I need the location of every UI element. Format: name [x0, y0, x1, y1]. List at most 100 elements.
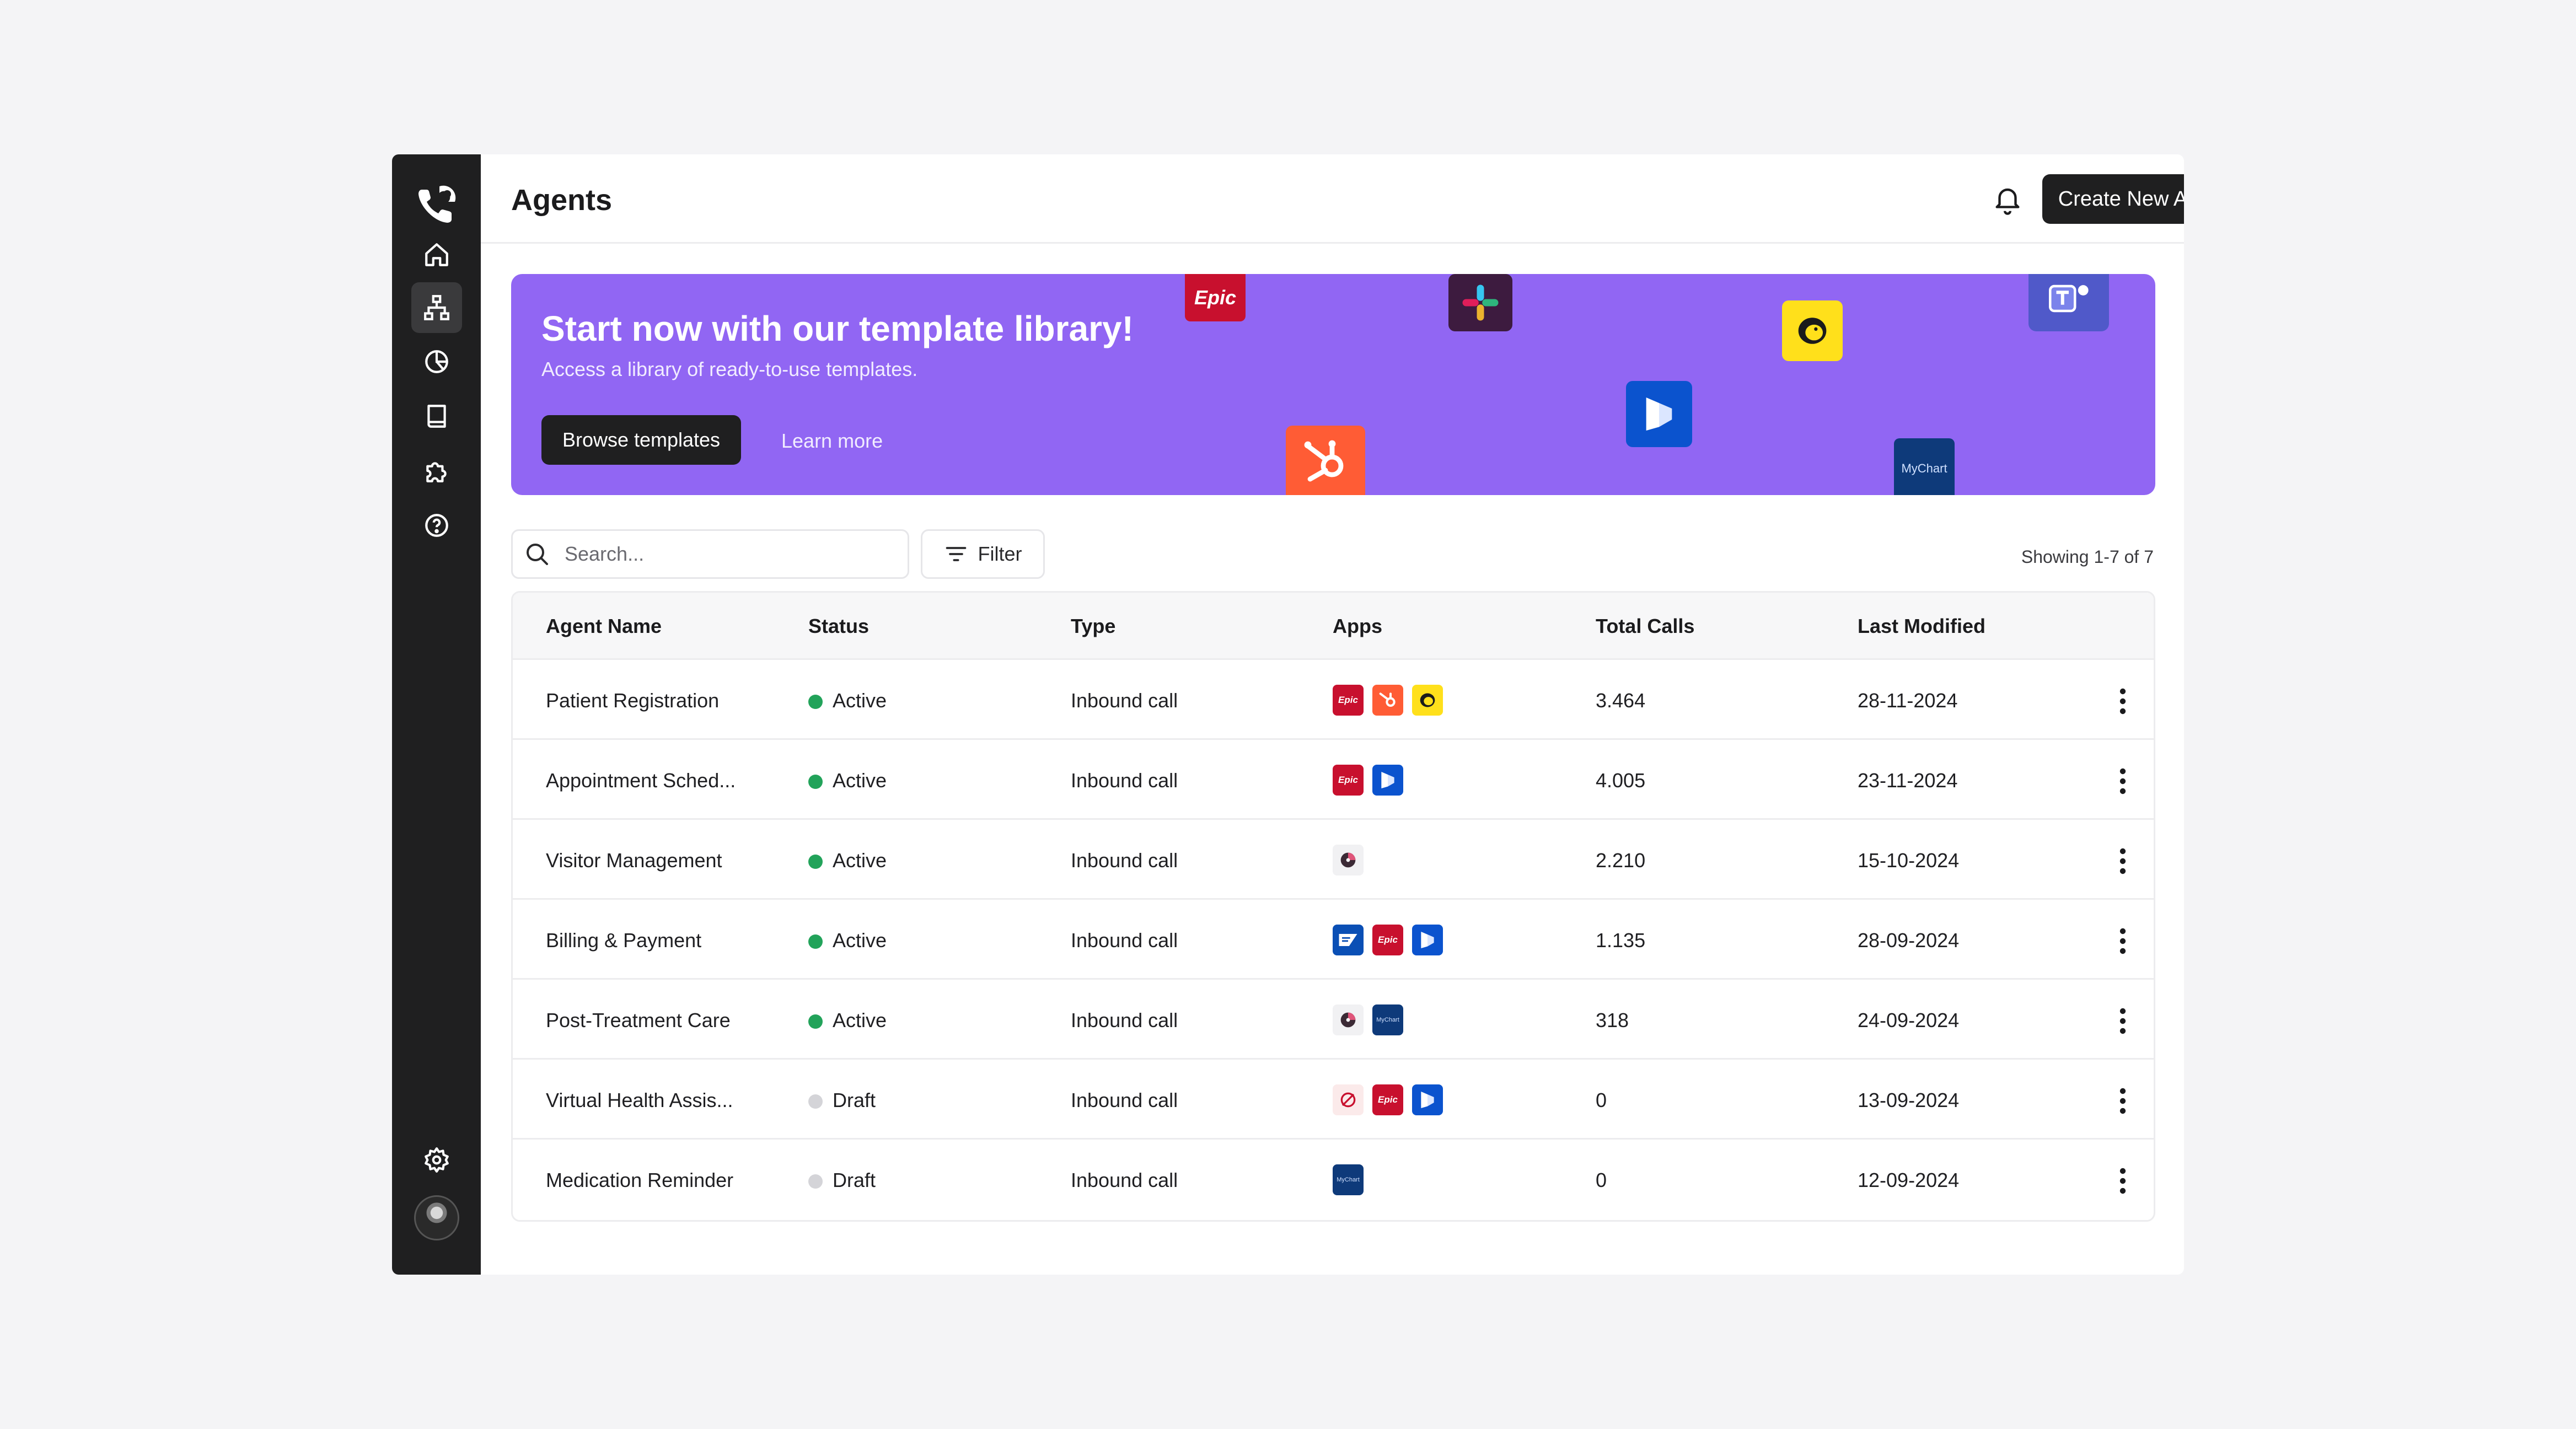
dynamics-app-icon	[1372, 765, 1403, 796]
agent-name[interactable]: Appointment Sched...	[546, 769, 736, 792]
filter-button[interactable]: Filter	[921, 529, 1045, 579]
table-row[interactable]: Appointment Sched... Active Inbound call…	[513, 740, 2154, 820]
app-window: Agents Create New Agent Start now with o…	[392, 154, 2184, 1275]
more-options-icon[interactable]	[2118, 927, 2127, 955]
total-calls: 1.135	[1596, 929, 1646, 952]
column-header[interactable]: Total Calls	[1596, 615, 1694, 638]
nav-settings[interactable]	[411, 1135, 462, 1185]
nav-agents[interactable]	[411, 282, 462, 333]
status-dot-icon	[808, 1174, 823, 1189]
status-label: Active	[833, 849, 887, 872]
nav-home[interactable]	[411, 229, 462, 280]
agent-name[interactable]: Medication Reminder	[546, 1169, 733, 1192]
agent-type: Inbound call	[1071, 1009, 1178, 1032]
more-options-icon[interactable]	[2118, 1167, 2127, 1195]
agent-name[interactable]: Patient Registration	[546, 689, 719, 712]
column-header[interactable]: Status	[808, 615, 869, 638]
status-label: Active	[833, 929, 887, 952]
column-header[interactable]: Agent Name	[546, 615, 662, 638]
agent-name[interactable]: Billing & Payment	[546, 929, 701, 952]
mailchimp-app-icon	[1412, 685, 1443, 716]
apps-list: MyChart	[1333, 1164, 1364, 1195]
column-header[interactable]: Apps	[1333, 615, 1382, 638]
more-options-icon[interactable]	[2118, 1007, 2127, 1035]
status-dot-icon	[808, 1014, 823, 1029]
table-header: Agent Name Status Type Apps Total Calls …	[513, 593, 2154, 660]
apps-list: MyChart	[1333, 1004, 1403, 1035]
dynamics-app-icon	[1412, 1084, 1443, 1115]
column-header[interactable]: Last Modified	[1858, 615, 1985, 638]
avatar[interactable]	[414, 1195, 459, 1240]
table-row[interactable]: Billing & Payment Active Inbound call Ep…	[513, 900, 2154, 980]
table-row[interactable]: Medication Reminder Draft Inbound call M…	[513, 1140, 2154, 1220]
hubspot-logo-icon	[1286, 426, 1365, 495]
nav-help[interactable]	[411, 500, 462, 551]
agents-table: Agent Name Status Type Apps Total Calls …	[511, 591, 2155, 1222]
sidebar	[392, 154, 481, 1275]
search-box[interactable]	[511, 529, 909, 579]
total-calls: 318	[1596, 1009, 1629, 1032]
table-row[interactable]: Visitor Management Active Inbound call 2…	[513, 820, 2154, 900]
gear-icon	[425, 1147, 449, 1173]
more-options-icon[interactable]	[2118, 767, 2127, 795]
main-content: Agents Create New Agent Start now with o…	[481, 154, 2184, 1275]
template-banner: Start now with our template library! Acc…	[511, 274, 2155, 495]
agent-type: Inbound call	[1071, 769, 1178, 792]
epic-app-icon: Epic	[1333, 685, 1364, 716]
status-dot-icon	[808, 1094, 823, 1109]
agent-type: Inbound call	[1071, 1169, 1178, 1191]
teams-logo-icon	[2028, 274, 2109, 331]
agent-type: Inbound call	[1071, 849, 1178, 872]
more-options-icon[interactable]	[2118, 847, 2127, 875]
table-row[interactable]: Patient Registration Active Inbound call…	[513, 660, 2154, 740]
apps-list	[1333, 845, 1364, 875]
epic-app-icon: Epic	[1372, 1084, 1403, 1115]
column-header[interactable]: Type	[1071, 615, 1115, 638]
create-new-agent-button[interactable]: Create New Agent	[2042, 174, 2184, 224]
agent-name[interactable]: Post-Treatment Care	[546, 1009, 731, 1032]
last-modified: 23-11-2024	[1858, 769, 1958, 792]
status-cell: Draft	[808, 1169, 876, 1192]
filter-icon	[946, 547, 966, 561]
agent-type: Inbound call	[1071, 1089, 1178, 1111]
more-options-icon[interactable]	[2118, 687, 2127, 715]
agent-name[interactable]: Virtual Health Assis...	[546, 1089, 733, 1112]
nav-knowledge[interactable]	[411, 391, 462, 442]
epic-app-icon: Epic	[1333, 765, 1364, 796]
status-cell: Active	[808, 689, 887, 712]
status-cell: Active	[808, 849, 887, 872]
browse-templates-button[interactable]: Browse templates	[541, 415, 741, 465]
dynamics-logo-icon	[1626, 381, 1692, 447]
learn-more-link[interactable]: Learn more	[781, 429, 883, 453]
more-options-icon[interactable]	[2118, 1087, 2127, 1115]
status-label: Active	[833, 1009, 887, 1032]
nav-analytics[interactable]	[411, 336, 462, 387]
last-modified: 28-09-2024	[1858, 929, 1960, 952]
status-cell: Active	[808, 1009, 887, 1032]
status-cell: Active	[808, 769, 887, 792]
bell-icon[interactable]	[1992, 183, 2024, 215]
nav-integrations[interactable]	[411, 445, 462, 496]
mychart-logo-icon: MyChart	[1894, 438, 1955, 495]
epic-app-icon: Epic	[1372, 925, 1403, 955]
hubspot-app-icon	[1372, 685, 1403, 716]
phone-logo-icon[interactable]	[414, 182, 459, 227]
table-row[interactable]: Post-Treatment Care Active Inbound call …	[513, 980, 2154, 1060]
status-label: Draft	[833, 1169, 876, 1191]
table-row[interactable]: Virtual Health Assis... Draft Inbound ca…	[513, 1060, 2154, 1140]
top-bar: Agents Create New Agent	[481, 154, 2184, 244]
status-label: Active	[833, 689, 887, 712]
dynamics-app-icon	[1412, 925, 1443, 955]
total-calls: 0	[1596, 1089, 1607, 1111]
banner-title: Start now with our template library!	[541, 309, 1134, 348]
last-modified: 12-09-2024	[1858, 1169, 1960, 1191]
status-cell: Draft	[808, 1089, 876, 1112]
last-modified: 13-09-2024	[1858, 1089, 1960, 1111]
last-modified: 28-11-2024	[1858, 689, 1958, 712]
status-dot-icon	[808, 695, 823, 709]
search-input[interactable]	[565, 542, 873, 566]
total-calls: 2.210	[1596, 849, 1646, 872]
agent-name[interactable]: Visitor Management	[546, 849, 722, 872]
total-calls: 0	[1596, 1169, 1607, 1191]
puzzle-icon	[426, 462, 447, 482]
